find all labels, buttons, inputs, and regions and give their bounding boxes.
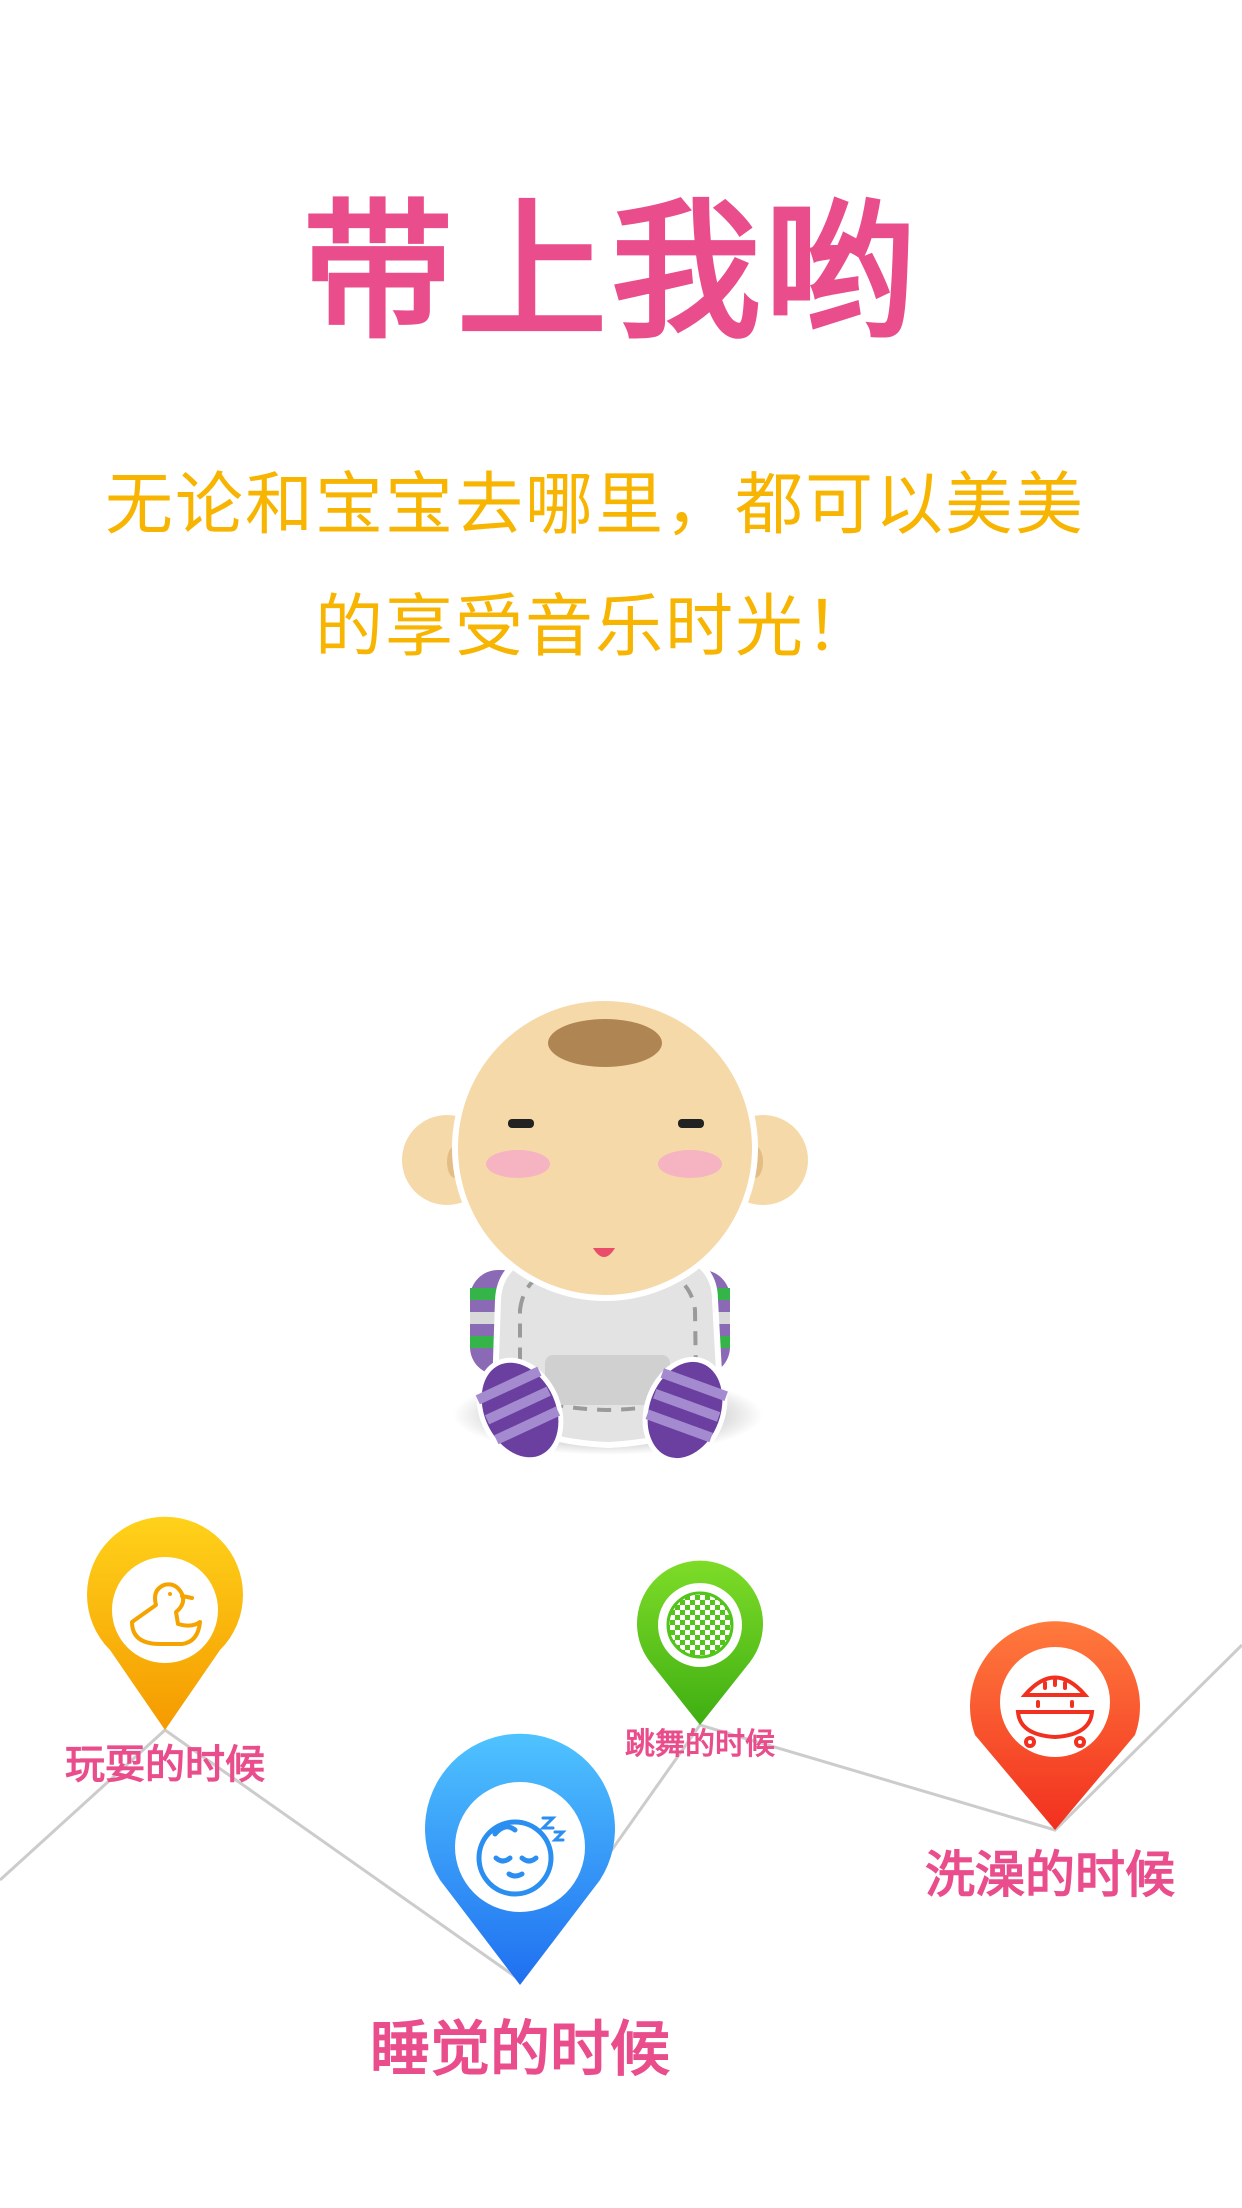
baby-illustration: [402, 995, 808, 1464]
disco-ball-icon: [666, 1591, 734, 1659]
marker-play[interactable]: [87, 1516, 243, 1730]
moment-label-sleep[interactable]: 睡觉的时候: [370, 2020, 670, 2080]
moment-label-dance[interactable]: 跳舞的时候: [625, 1730, 775, 1760]
marker-sleep[interactable]: [425, 1733, 615, 1985]
moment-label-bath[interactable]: 洗澡的时候: [920, 1850, 1180, 1900]
marker-dance[interactable]: [636, 1560, 764, 1725]
moment-label-play[interactable]: 玩耍的时候: [60, 1745, 270, 1785]
marker-bath[interactable]: [970, 1621, 1140, 1830]
